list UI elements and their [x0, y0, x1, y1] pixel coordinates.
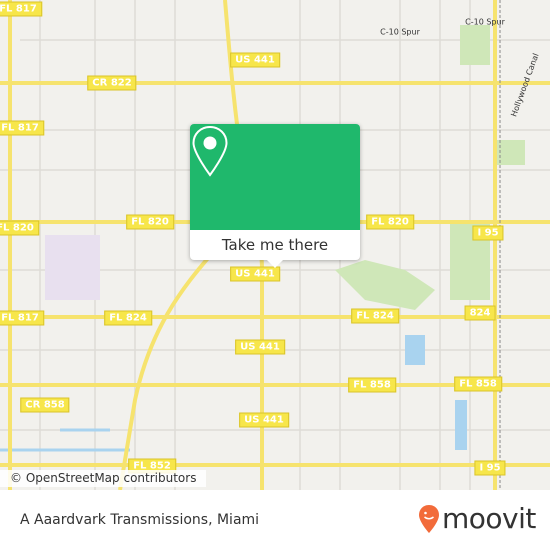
road-label: FL 817 — [0, 120, 44, 136]
road-label: FL 858 — [348, 377, 396, 393]
take-me-there-button[interactable]: Take me there — [190, 124, 360, 268]
road-label: FL 817 — [0, 310, 44, 326]
moovit-logo: moovit — [418, 502, 536, 535]
road-label: C-10 Spur — [465, 17, 505, 27]
location-pin-icon — [192, 125, 228, 177]
road-label: C-10 Spur — [380, 27, 420, 37]
road-label: FL 824 — [104, 310, 152, 326]
brand-name: moovit — [442, 502, 536, 535]
road-label: CR 822 — [87, 75, 137, 91]
attribution[interactable]: © OpenStreetMap contributors — [0, 470, 207, 487]
footer: A Aaardvark Transmissions, Miami moovit — [0, 490, 550, 550]
road-label: FL 858 — [454, 376, 502, 392]
moovit-pin-icon — [419, 504, 439, 533]
road-label: US 441 — [239, 412, 289, 428]
road-label: US 441 — [230, 52, 280, 68]
road-label: FL 817 — [0, 1, 42, 17]
place-name: A Aaardvark Transmissions, Miami — [20, 512, 260, 528]
take-me-there-label: Take me there — [221, 236, 329, 254]
road-label: US 441 — [235, 339, 285, 355]
road-label: FL 820 — [126, 214, 174, 230]
road-label: 824 — [464, 305, 496, 321]
road-label: I 95 — [474, 460, 506, 476]
road-label: FL 824 — [351, 308, 399, 324]
road-label: I 95 — [472, 225, 504, 241]
road-label: US 441 — [230, 266, 280, 282]
road-label: FL 820 — [366, 214, 414, 230]
popup-pointer — [267, 260, 283, 268]
road-label: FL 820 — [0, 220, 39, 236]
map[interactable]: FL 817 US 441 CR 822 C-10 Spur C-10 Spur… — [0, 0, 550, 490]
road-label: CR 858 — [20, 397, 70, 413]
